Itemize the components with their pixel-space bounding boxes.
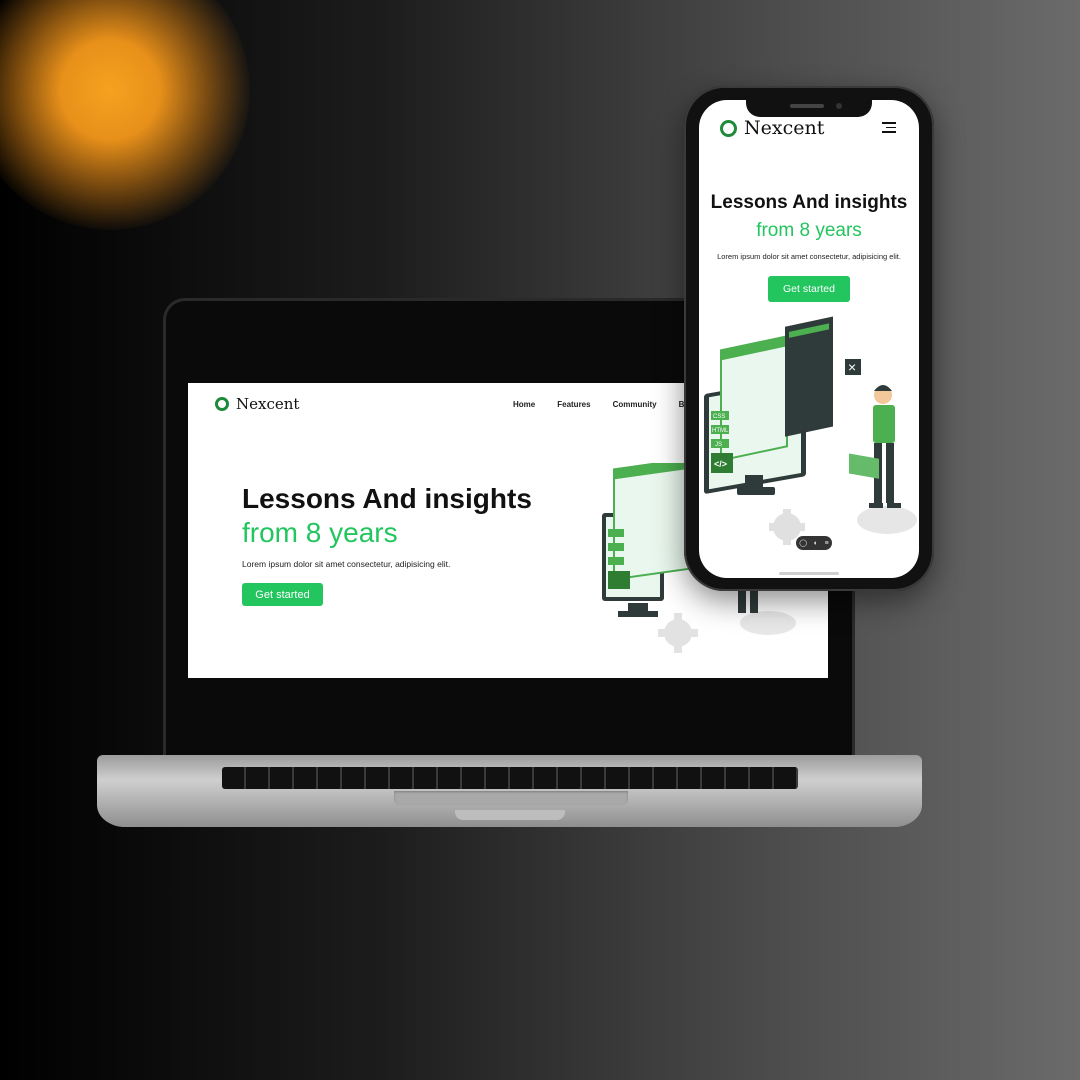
phone-brand-logo[interactable]: Nexcent	[720, 117, 824, 139]
phone-hero-subtitle: from 8 years	[756, 220, 862, 241]
svg-text:HTML: HTML	[712, 428, 729, 434]
phone-camera	[836, 103, 842, 109]
laptop-keyboard	[222, 767, 798, 789]
phone-hero-text: Lorem ipsum dolor sit amet consectetur, …	[717, 252, 901, 261]
get-started-button[interactable]: Get started	[242, 583, 323, 606]
code-icon: </>	[714, 459, 727, 469]
close-badge-icon: ×	[845, 359, 861, 375]
laptop-trackpad	[394, 791, 628, 805]
top-nav: Home Features Community Bl	[513, 400, 709, 409]
svg-text:JS: JS	[715, 442, 722, 448]
brand-logo[interactable]: Nexcent	[215, 395, 299, 413]
logo-ring-icon	[720, 119, 737, 137]
hero-title: Lessons And insights	[242, 483, 532, 514]
phone-brand-name: Nexcent	[744, 117, 825, 139]
nav-home[interactable]: Home	[513, 400, 535, 409]
svg-text:CSS: CSS	[713, 414, 725, 420]
orange-glow	[0, 0, 250, 230]
toggle-icon[interactable]: ◐	[814, 540, 818, 547]
person-figure	[849, 385, 901, 508]
logo-ring-icon	[215, 397, 229, 411]
brand-name: Nexcent	[236, 395, 300, 413]
gear-icon	[658, 613, 698, 653]
phone-speaker	[790, 104, 824, 108]
hero-subtitle: from 8 years	[242, 517, 398, 548]
home-indicator	[779, 572, 839, 575]
chat-icon[interactable]: ◯	[799, 539, 807, 547]
nav-community[interactable]: Community	[613, 400, 657, 409]
phone-hero-title: Lessons And insights	[710, 192, 908, 213]
phone-developer-illustration: CSS HTML JS </> ×	[704, 316, 917, 545]
hero-text: Lorem ipsum dolor sit amet consectetur, …	[242, 559, 451, 569]
nav-features[interactable]: Features	[557, 400, 590, 409]
phone-get-started-button[interactable]: Get started	[768, 276, 850, 302]
svg-text:×: ×	[848, 359, 856, 375]
hamburger-icon[interactable]	[882, 122, 896, 136]
laptop-front-notch	[455, 810, 565, 820]
menu-icon[interactable]: ≡	[825, 540, 829, 547]
phone-floating-toolbar[interactable]: ◯ ◐ ≡	[796, 536, 832, 550]
phone-screen: Nexcent Lessons And insights from 8 year…	[699, 100, 919, 578]
